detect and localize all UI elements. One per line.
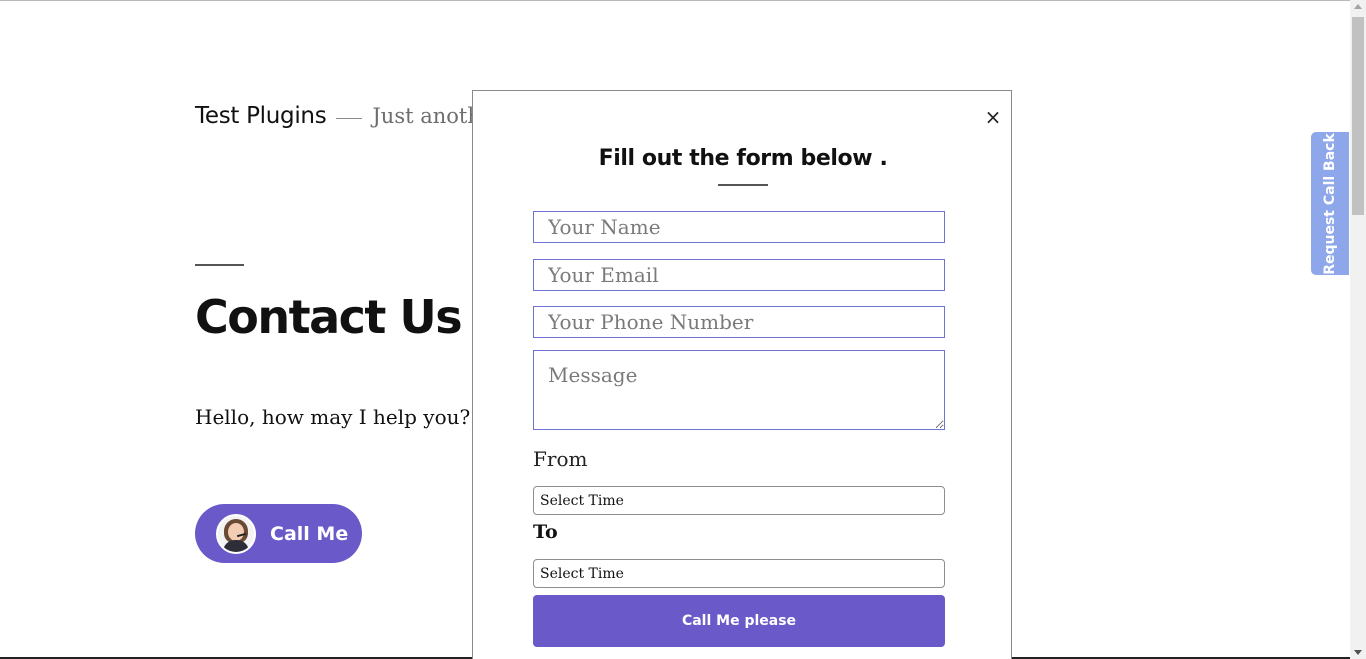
page-title: Contact Us [195, 290, 463, 344]
site-title[interactable]: Test Plugins [195, 103, 327, 129]
request-call-back-tab[interactable]: Request Call Back [1311, 132, 1349, 275]
phone-field[interactable] [533, 306, 945, 338]
modal-title: Fill out the form below . [598, 146, 888, 171]
email-field[interactable] [533, 259, 945, 291]
request-call-back-label: Request Call Back [1322, 132, 1338, 275]
header-separator [336, 117, 363, 119]
call-me-button[interactable]: Call Me [195, 504, 362, 563]
top-border [0, 0, 1350, 1]
heading-rule [195, 264, 244, 266]
page-body-text: Hello, how may I help you? Jus [195, 405, 508, 429]
close-icon[interactable]: × [983, 107, 1003, 127]
agent-avatar-icon [216, 513, 256, 554]
submit-button[interactable]: Call Me please [533, 595, 945, 647]
from-label: From [533, 447, 588, 471]
message-field[interactable] [533, 350, 945, 430]
scroll-thumb[interactable] [1352, 17, 1364, 215]
name-field[interactable] [533, 211, 945, 243]
to-label: To [533, 521, 558, 543]
call-me-label: Call Me [270, 522, 349, 545]
modal-title-rule [718, 184, 768, 186]
to-time-select[interactable]: Select Time [533, 559, 945, 588]
from-time-select[interactable]: Select Time [533, 486, 945, 515]
site-header: Test Plugins Just anothe [195, 100, 493, 132]
scrollbar[interactable] [1350, 0, 1366, 659]
scroll-up-icon[interactable] [1354, 4, 1362, 9]
callback-modal: × Fill out the form below . From Select … [472, 90, 1012, 659]
scroll-down-icon[interactable] [1354, 650, 1362, 655]
